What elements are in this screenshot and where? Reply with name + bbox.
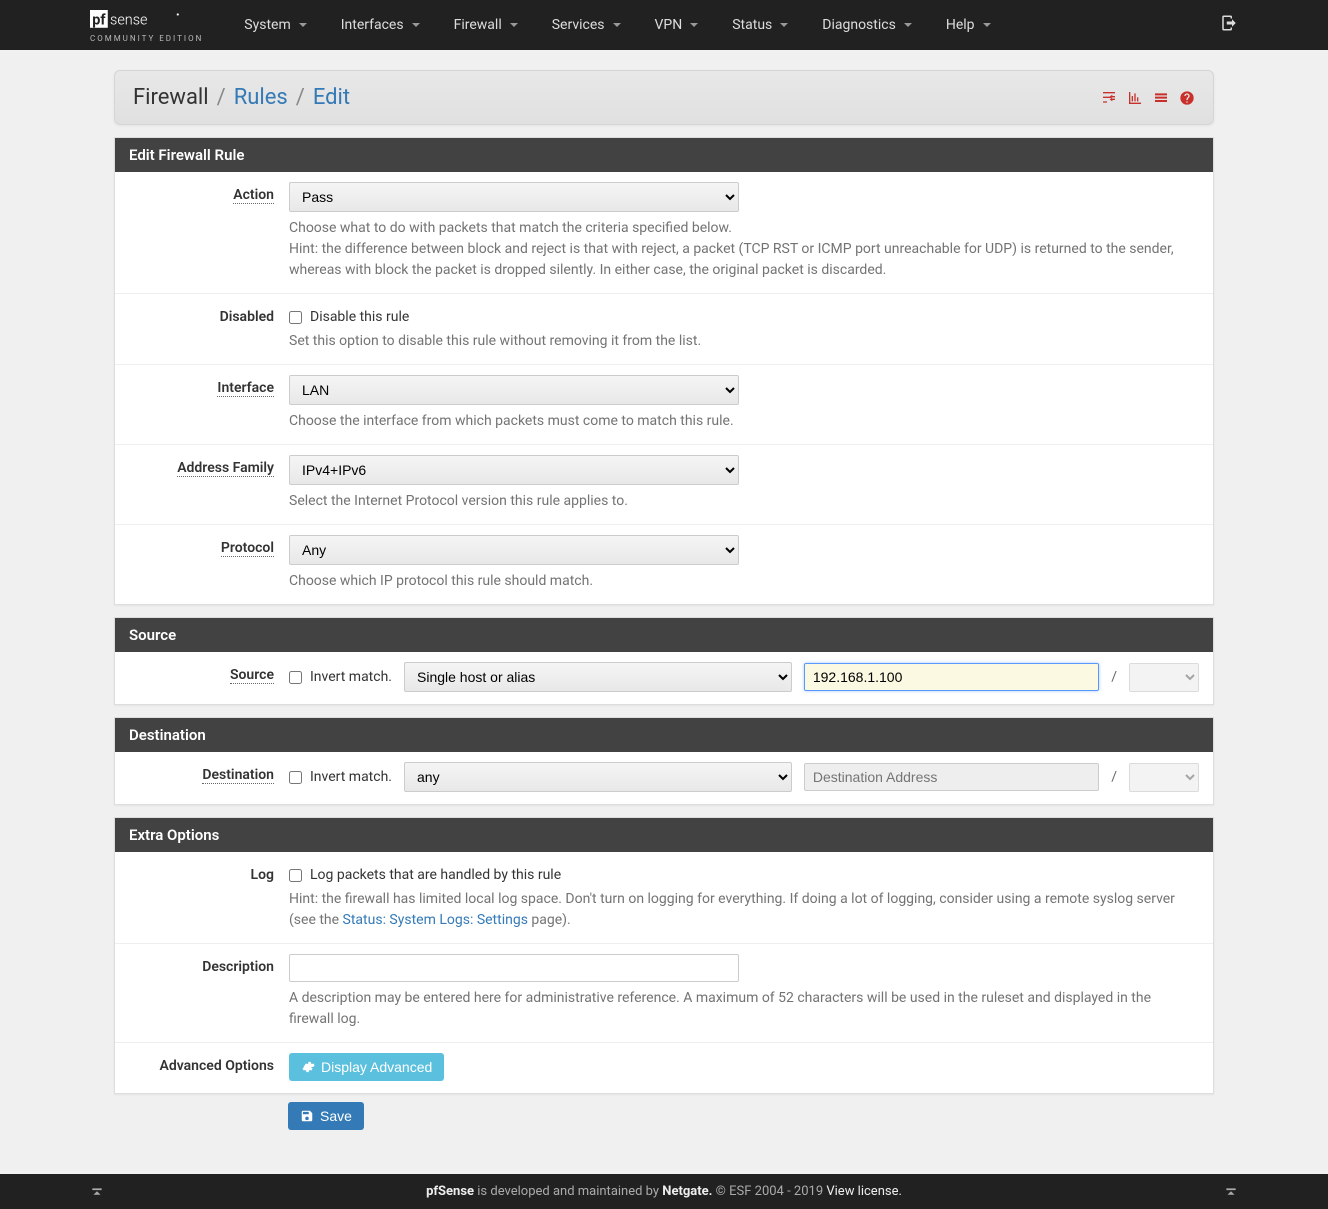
- label-disabled: Disabled: [220, 309, 274, 325]
- field-disabled: Disabled Disable this rule Set this opti…: [115, 294, 1213, 365]
- source-invert-label[interactable]: Invert match.: [289, 669, 392, 685]
- caret-down-icon: [983, 23, 991, 27]
- source-type-select[interactable]: Single host or alias: [404, 662, 792, 692]
- source-address-input[interactable]: [804, 663, 1099, 691]
- interface-select[interactable]: LAN: [289, 375, 739, 405]
- source-invert-checkbox[interactable]: [289, 671, 302, 684]
- nav-vpn[interactable]: VPN: [639, 3, 715, 47]
- view-license-link[interactable]: View license.: [826, 1184, 902, 1199]
- disabled-checkbox[interactable]: [289, 311, 302, 324]
- top-navbar: pf sense COMMUNITY EDITION System Interf…: [0, 0, 1328, 50]
- logout-icon[interactable]: [1220, 14, 1238, 32]
- panel-extra-options: Extra Options Log Log packets that are h…: [114, 817, 1214, 1094]
- nav-services[interactable]: Services: [536, 3, 637, 47]
- label-address-family: Address Family: [177, 460, 274, 477]
- field-address-family: Address Family IPv4+IPv6 Select the Inte…: [115, 445, 1213, 525]
- help-action: Choose what to do with packets that matc…: [289, 218, 1199, 281]
- nav-status[interactable]: Status: [716, 3, 804, 47]
- field-log: Log Log packets that are handled by this…: [115, 852, 1213, 944]
- protocol-select[interactable]: Any: [289, 535, 739, 565]
- panel-source: Source Source Invert match. Single host …: [114, 617, 1214, 705]
- destination-mask-select: [1129, 763, 1199, 792]
- save-row: Save: [114, 1094, 1214, 1144]
- destination-invert-label[interactable]: Invert match.: [289, 769, 392, 785]
- help-description: A description may be entered here for ad…: [289, 988, 1199, 1030]
- panel-heading: Edit Firewall Rule: [115, 138, 1213, 172]
- brand-logo[interactable]: pf sense COMMUNITY EDITION: [90, 8, 203, 43]
- caret-down-icon: [510, 23, 518, 27]
- pfsense-logo-icon: pf sense: [90, 8, 190, 32]
- syslog-settings-link[interactable]: Status: System Logs: Settings: [343, 912, 528, 928]
- disabled-checkbox-label[interactable]: Disable this rule: [289, 304, 1199, 325]
- field-advanced-options: Advanced Options Display Advanced: [115, 1043, 1213, 1093]
- sliders-icon[interactable]: [1101, 90, 1117, 106]
- cog-icon: [301, 1060, 315, 1074]
- footer-text: pfSense is developed and maintained by N…: [426, 1184, 902, 1199]
- nav-firewall[interactable]: Firewall: [438, 3, 534, 47]
- breadcrumb-firewall: Firewall: [133, 85, 209, 110]
- log-checkbox[interactable]: [289, 869, 302, 882]
- help-disabled: Set this option to disable this rule wit…: [289, 331, 1199, 352]
- display-advanced-button[interactable]: Display Advanced: [289, 1053, 444, 1081]
- save-button[interactable]: Save: [288, 1102, 364, 1130]
- panel-heading: Destination: [115, 718, 1213, 752]
- label-action: Action: [233, 187, 274, 204]
- save-icon: [300, 1109, 314, 1123]
- page-header: Firewall / Rules / Edit: [114, 70, 1214, 125]
- caret-down-icon: [780, 23, 788, 27]
- label-log: Log: [251, 867, 274, 883]
- footer: pfSense is developed and maintained by N…: [0, 1174, 1328, 1209]
- log-checkbox-label[interactable]: Log packets that are handled by this rul…: [289, 862, 1199, 883]
- nav-interfaces[interactable]: Interfaces: [325, 3, 436, 47]
- panel-heading: Extra Options: [115, 818, 1213, 852]
- log-icon[interactable]: [1153, 90, 1169, 106]
- caret-down-icon: [299, 23, 307, 27]
- bar-chart-icon[interactable]: [1127, 90, 1143, 106]
- caret-down-icon: [690, 23, 698, 27]
- help-protocol: Choose which IP protocol this rule shoul…: [289, 571, 1199, 592]
- address-family-select[interactable]: IPv4+IPv6: [289, 455, 739, 485]
- caret-down-icon: [412, 23, 420, 27]
- help-address-family: Select the Internet Protocol version thi…: [289, 491, 1199, 512]
- description-input[interactable]: [289, 954, 739, 982]
- nav-help[interactable]: Help: [930, 3, 1007, 47]
- nav-diagnostics[interactable]: Diagnostics: [806, 3, 928, 47]
- field-interface: Interface LAN Choose the interface from …: [115, 365, 1213, 445]
- label-advanced-options: Advanced Options: [160, 1058, 274, 1074]
- nav-system[interactable]: System: [228, 3, 322, 47]
- svg-text:sense: sense: [110, 11, 148, 28]
- breadcrumb-edit[interactable]: Edit: [313, 85, 350, 110]
- caret-down-icon: [904, 23, 912, 27]
- label-description: Description: [202, 959, 274, 975]
- destination-address-input: [804, 763, 1099, 791]
- source-mask-select[interactable]: [1129, 663, 1199, 692]
- field-source: Source Invert match. Single host or alia…: [115, 652, 1213, 704]
- field-action: Action Pass Choose what to do with packe…: [115, 172, 1213, 294]
- breadcrumb: Firewall / Rules / Edit: [133, 85, 350, 110]
- nav-menu: System Interfaces Firewall Services VPN …: [228, 3, 1006, 47]
- scroll-top-right-icon[interactable]: [1224, 1186, 1238, 1200]
- panel-edit-firewall-rule: Edit Firewall Rule Action Pass Choose wh…: [114, 137, 1214, 605]
- svg-text:pf: pf: [92, 11, 106, 28]
- field-destination: Destination Invert match. any /: [115, 752, 1213, 804]
- field-description: Description A description may be entered…: [115, 944, 1213, 1043]
- help-icon[interactable]: [1179, 90, 1195, 106]
- help-interface: Choose the interface from which packets …: [289, 411, 1199, 432]
- field-protocol: Protocol Any Choose which IP protocol th…: [115, 525, 1213, 604]
- scroll-top-left-icon[interactable]: [90, 1186, 104, 1200]
- panel-destination: Destination Destination Invert match. an…: [114, 717, 1214, 805]
- panel-heading: Source: [115, 618, 1213, 652]
- help-log: Hint: the firewall has limited local log…: [289, 889, 1199, 931]
- brand-subtitle: COMMUNITY EDITION: [90, 34, 203, 43]
- label-protocol: Protocol: [221, 540, 274, 557]
- caret-down-icon: [613, 23, 621, 27]
- destination-type-select[interactable]: any: [404, 762, 792, 792]
- label-interface: Interface: [217, 380, 274, 397]
- breadcrumb-rules[interactable]: Rules: [234, 85, 288, 110]
- label-source: Source: [230, 667, 274, 684]
- label-destination: Destination: [202, 767, 274, 784]
- destination-invert-checkbox[interactable]: [289, 771, 302, 784]
- action-select[interactable]: Pass: [289, 182, 739, 212]
